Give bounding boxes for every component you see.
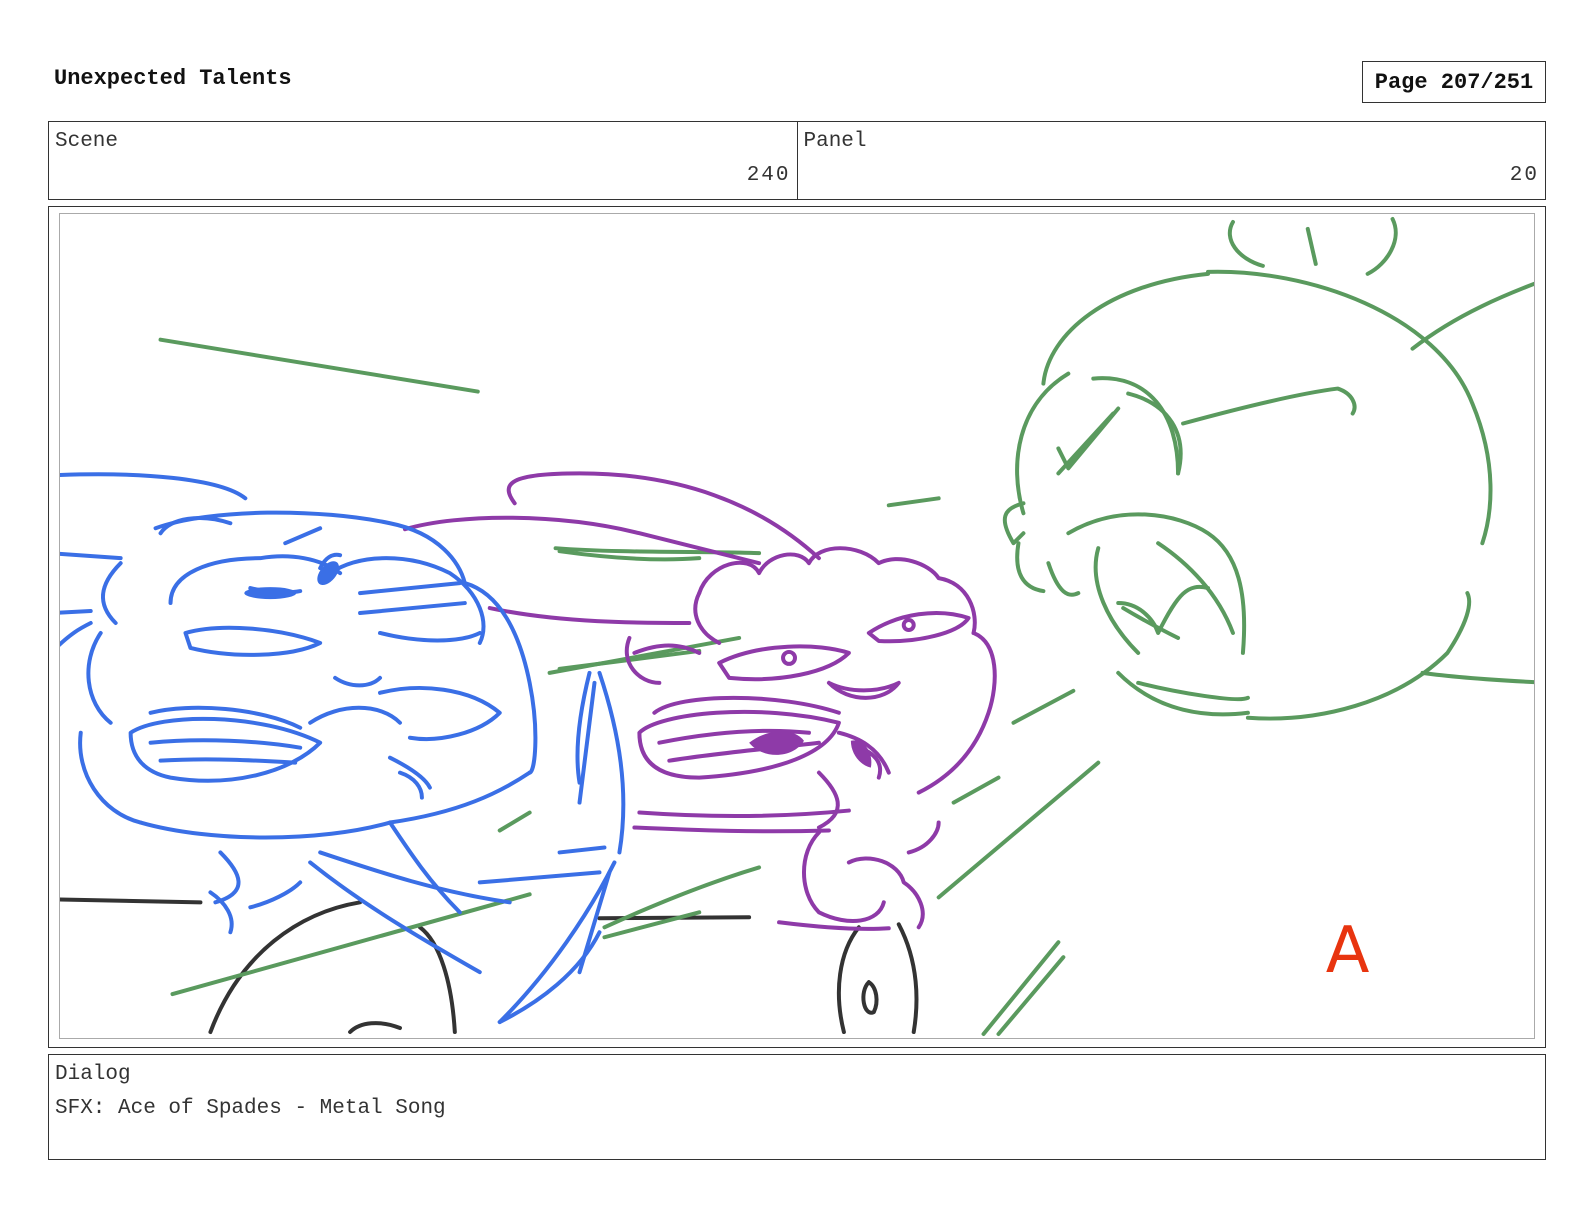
scene-label: Scene <box>55 130 119 153</box>
panel-number: 20 <box>1509 164 1539 187</box>
storyboard-panel-frame: A <box>48 206 1546 1048</box>
scene-number: 240 <box>746 164 791 187</box>
dialog-text: SFX: Ace of Spades - Metal Song <box>55 1097 446 1120</box>
scene-panel-info: Scene 240 Panel 20 <box>48 121 1546 200</box>
corner-mark: A <box>1326 914 1370 988</box>
green-character-sketch <box>158 216 1534 1037</box>
purple-character-sketch <box>402 471 997 931</box>
panel-cell: Panel 20 <box>796 122 1546 199</box>
dialog-box: Dialog SFX: Ace of Spades - Metal Song <box>48 1054 1546 1160</box>
page-indicator: Page 207/251 <box>1362 61 1546 103</box>
scene-cell: Scene 240 <box>49 122 797 199</box>
storyboard-drawing: A <box>59 213 1535 1039</box>
props-sketch <box>60 897 919 1035</box>
blue-brow-fill <box>244 587 297 600</box>
blue-character-sketch <box>60 472 626 1025</box>
document-title: Unexpected Talents <box>54 66 292 91</box>
panel-label: Panel <box>803 130 867 153</box>
dialog-label: Dialog <box>55 1063 131 1086</box>
